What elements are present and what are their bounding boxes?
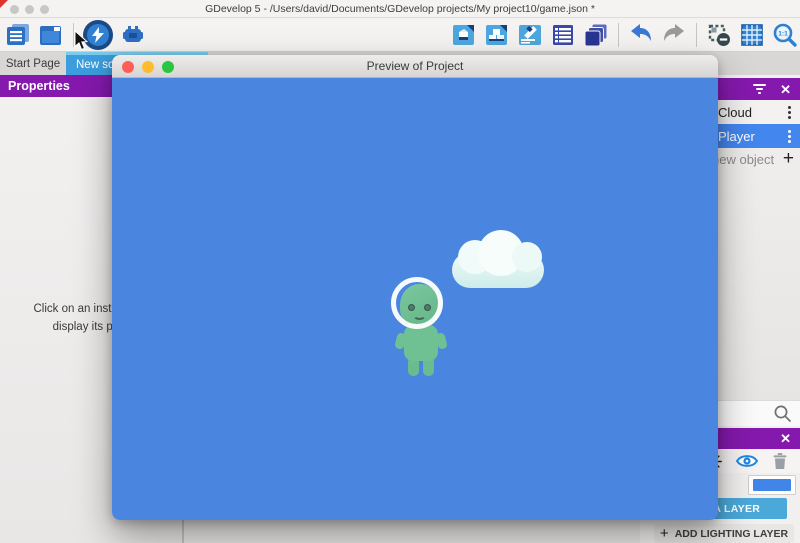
object-label: Cloud	[718, 105, 752, 120]
background-color-swatch[interactable]	[753, 479, 791, 491]
toolbar-separator	[696, 23, 697, 47]
close-icon[interactable]: ✕	[780, 83, 791, 96]
mouse-cursor	[74, 30, 89, 51]
object-label: Player	[718, 129, 755, 144]
layers-icon[interactable]	[583, 22, 609, 48]
macos-titlebar: GDevelop 5 - /Users/david/Documents/GDev…	[0, 0, 800, 18]
main-toolbar: 1:1	[0, 18, 800, 52]
grid-toggle-icon[interactable]	[739, 22, 765, 48]
add-lighting-label: ADD LIGHTING LAYER	[675, 528, 788, 540]
properties-panel-title: Properties	[8, 79, 70, 93]
object-menu-icon[interactable]	[788, 130, 791, 143]
mask-toggle-icon[interactable]	[706, 22, 732, 48]
cloud-sprite	[452, 230, 544, 288]
preview-game-view[interactable]	[112, 78, 718, 520]
zoom-ratio-label: 1:1	[778, 31, 788, 38]
toolbar-separator	[618, 23, 619, 47]
start-page-icon[interactable]	[38, 22, 64, 48]
object-groups-icon[interactable]	[484, 22, 510, 48]
trash-icon[interactable]	[772, 452, 788, 470]
background-color-field[interactable]	[748, 475, 796, 495]
instances-list-icon[interactable]	[550, 22, 576, 48]
player-helmet-ring	[391, 277, 443, 329]
preview-titlebar[interactable]: Preview of Project	[112, 55, 718, 78]
lightning-bolt-icon	[92, 27, 104, 43]
visibility-eye-icon[interactable]	[736, 453, 758, 469]
tab-start-page[interactable]: Start Page	[0, 52, 66, 75]
gdevelop-app-window: GDevelop 5 - /Users/david/Documents/GDev…	[0, 0, 800, 543]
add-lighting-layer-button[interactable]: + ADD LIGHTING LAYER	[654, 524, 794, 543]
plus-icon: +	[660, 525, 669, 542]
redo-icon[interactable]	[661, 22, 687, 48]
filter-icon[interactable]	[753, 84, 766, 94]
preview-play-inner	[87, 24, 109, 46]
scene-objects-icon[interactable]	[451, 22, 477, 48]
add-object-plus-icon[interactable]: +	[783, 148, 794, 170]
player-body	[404, 325, 438, 361]
preview-window: Preview of Project	[112, 55, 718, 520]
close-icon[interactable]: ✕	[780, 432, 791, 445]
project-manager-icon[interactable]	[5, 22, 31, 48]
window-title: GDevelop 5 - /Users/david/Documents/GDev…	[0, 3, 800, 15]
debugger-icon[interactable]	[120, 22, 146, 48]
object-menu-icon[interactable]	[788, 106, 791, 119]
add-object-label: new object	[712, 152, 774, 167]
scene-properties-icon[interactable]	[517, 22, 543, 48]
undo-icon[interactable]	[628, 22, 654, 48]
preview-window-title: Preview of Project	[112, 59, 718, 73]
zoom-1to1-icon[interactable]: 1:1	[772, 22, 798, 48]
search-icon[interactable]	[773, 404, 792, 423]
